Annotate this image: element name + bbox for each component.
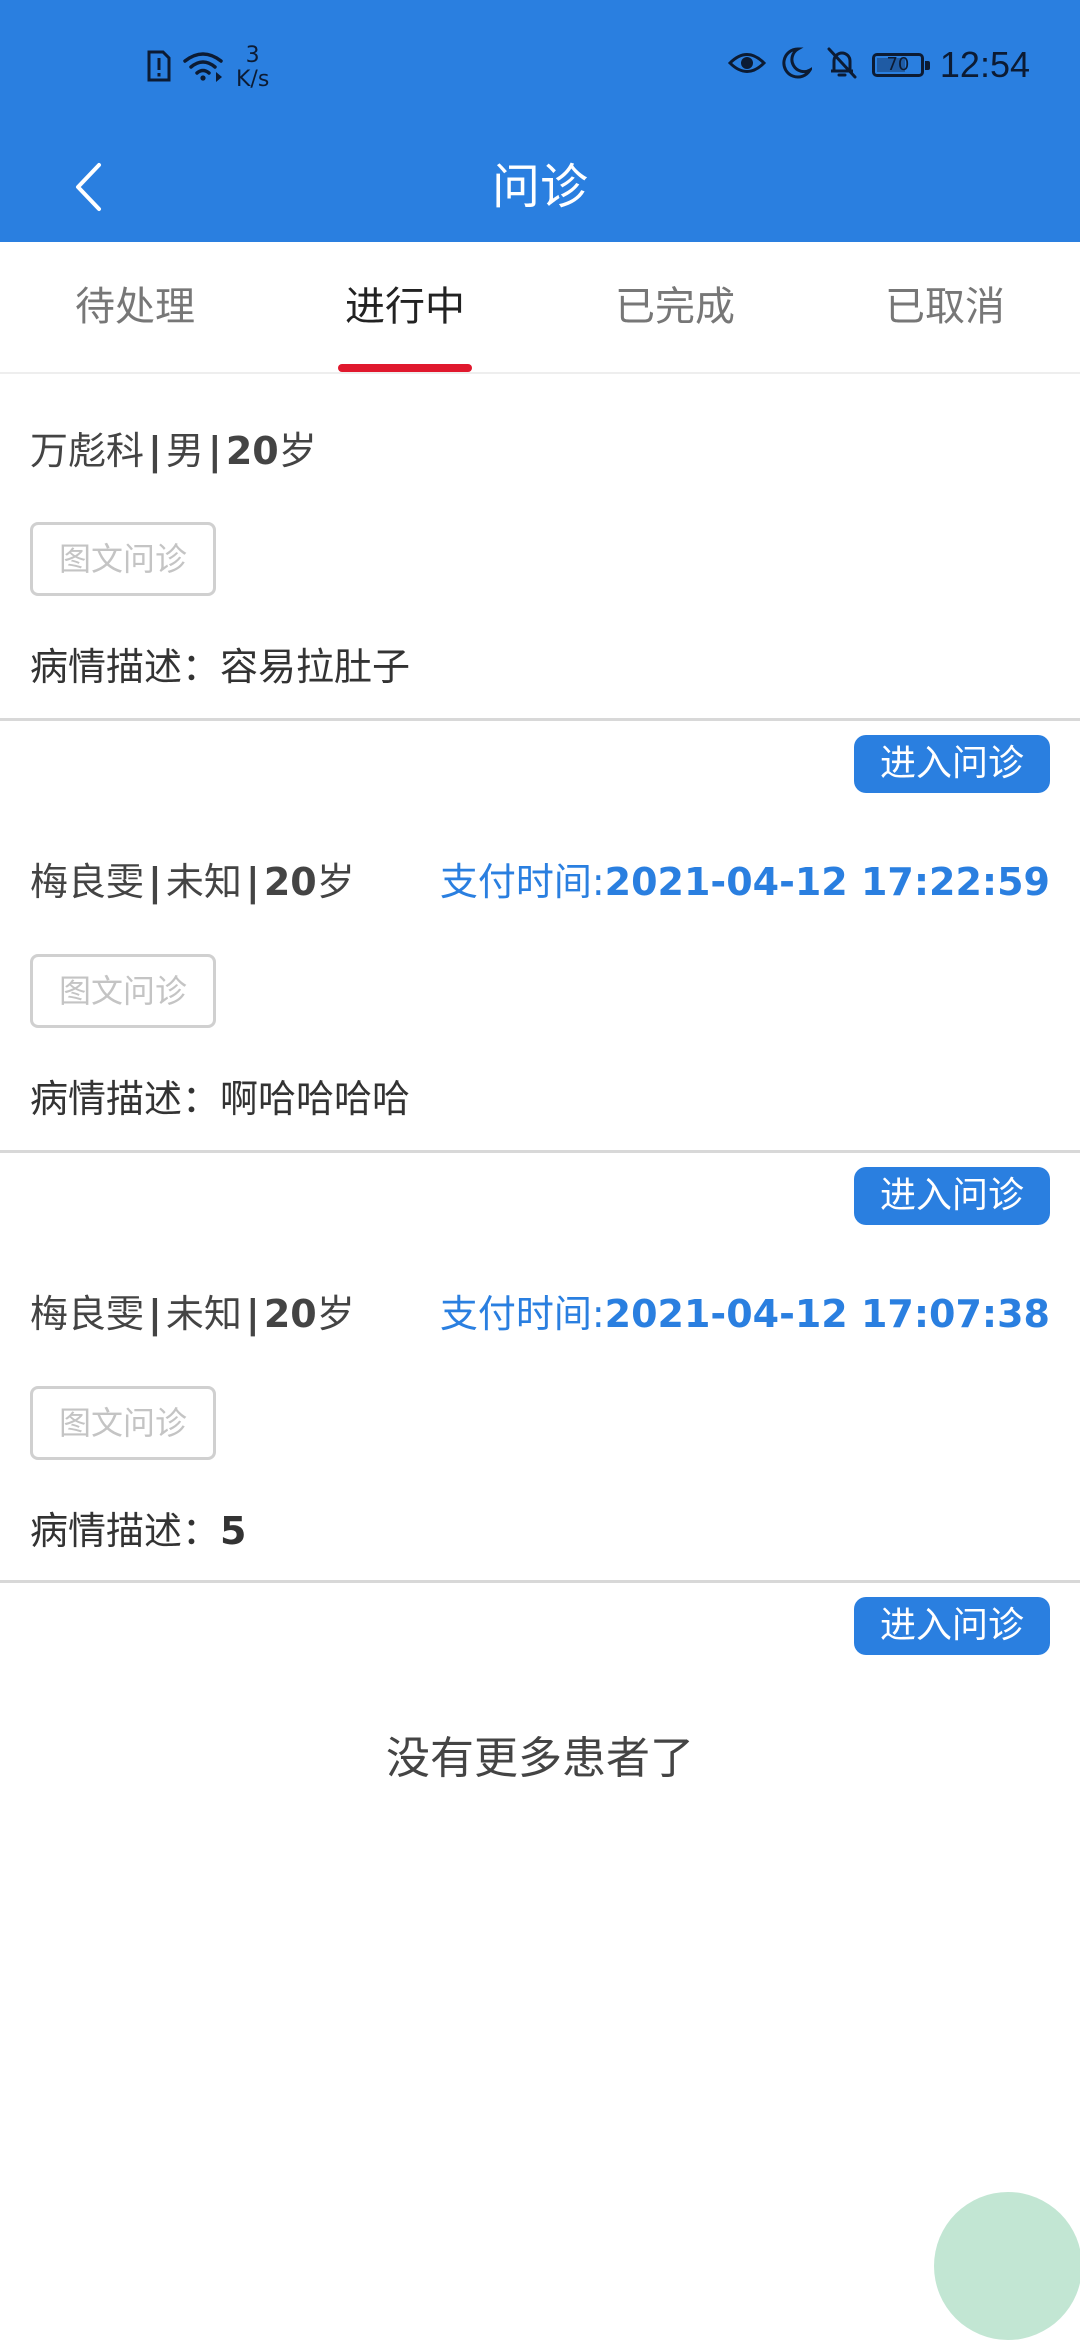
patient-gender: 男 xyxy=(165,429,204,473)
status-left: 3 K/s xyxy=(146,44,269,92)
payment-time-label: 支付时间: xyxy=(439,1292,605,1336)
tab-pending[interactable]: 待处理 xyxy=(0,242,270,372)
eye-icon xyxy=(727,50,767,80)
enter-consultation-button[interactable]: 进入问诊 xyxy=(854,1167,1050,1225)
status-tabs: 待处理 进行中 已完成 已取消 xyxy=(0,242,1080,374)
condition-description: 病情描述：5 xyxy=(30,1500,246,1555)
tab-in-progress[interactable]: 进行中 xyxy=(270,242,540,372)
payment-time-value: 2021-04-12 17:07:38 xyxy=(604,1292,1050,1336)
enter-consultation-button[interactable]: 进入问诊 xyxy=(854,1597,1050,1655)
battery-icon: 70 xyxy=(871,53,930,77)
consultation-type-tag: 图文问诊 xyxy=(30,1386,216,1460)
consultation-card[interactable]: 进入问诊 梅良雯 | 未知 | 20岁 支付时间:2021-04-12 17:07:38… xyxy=(0,1153,1080,1583)
last-card-actions: 进入问诊 xyxy=(0,1583,1080,1683)
consultation-list: 万彪科 | 男 | 20岁 图文问诊 病情描述：容易拉肚子 进入问诊 梅良雯 | 未知 | 20… xyxy=(0,374,1080,1683)
description-value: 5 xyxy=(220,1509,247,1553)
description-value: 容易拉肚子 xyxy=(220,645,411,689)
payment-time-label: 支付时间: xyxy=(439,860,605,904)
status-right: 70 12:54 xyxy=(727,44,1030,86)
description-label: 病情描述： xyxy=(30,645,221,689)
tab-cancelled[interactable]: 已取消 xyxy=(810,242,1080,372)
consultation-type-tag: 图文问诊 xyxy=(30,522,216,596)
condition-description: 病情描述：容易拉肚子 xyxy=(30,636,410,691)
clock: 12:54 xyxy=(939,44,1030,85)
age-unit: 岁 xyxy=(316,860,355,904)
status-bar: 3 K/s 70 12:54 xyxy=(0,0,1080,132)
separator: | xyxy=(245,1292,260,1336)
condition-description: 病情描述：啊哈哈哈哈 xyxy=(30,1068,410,1123)
payment-time-value: 2021-04-12 17:22:59 xyxy=(604,860,1050,904)
sim-alert-icon xyxy=(146,49,172,87)
net-speed-value: 3 xyxy=(245,43,260,68)
separator: | xyxy=(207,429,222,473)
consultation-card[interactable]: 进入问诊 梅良雯 | 未知 | 20岁 支付时间:2021-04-12 17:22:59… xyxy=(0,721,1080,1153)
patient-info: 梅良雯 | 未知 | 20岁 xyxy=(30,851,355,906)
patient-age: 20 xyxy=(263,1292,317,1336)
wifi-icon xyxy=(182,50,224,86)
battery-level: 70 xyxy=(886,54,910,75)
bell-off-icon xyxy=(826,46,858,84)
consultation-card[interactable]: 万彪科 | 男 | 20岁 图文问诊 病情描述：容易拉肚子 xyxy=(0,374,1080,721)
net-speed: 3 K/s xyxy=(236,44,269,92)
no-more-patients-text: 没有更多患者了 xyxy=(386,1733,694,1784)
patient-age: 20 xyxy=(263,860,317,904)
consultation-type-tag: 图文问诊 xyxy=(30,954,216,1028)
patient-info: 万彪科 | 男 | 20岁 xyxy=(30,420,317,475)
moon-icon xyxy=(780,46,814,84)
enter-consultation-button[interactable]: 进入问诊 xyxy=(854,735,1050,793)
separator: | xyxy=(148,860,162,904)
description-value: 啊哈哈哈哈 xyxy=(220,1077,411,1121)
payment-time: 支付时间:2021-04-12 17:07:38 xyxy=(440,1283,1050,1338)
tab-completed[interactable]: 已完成 xyxy=(540,242,810,372)
patient-age: 20 xyxy=(225,429,279,473)
separator: | xyxy=(148,1292,162,1336)
app-header: 问诊 xyxy=(0,132,1080,242)
patient-info: 梅良雯 | 未知 | 20岁 xyxy=(30,1283,355,1338)
description-label: 病情描述： xyxy=(30,1077,221,1121)
patient-gender: 未知 xyxy=(165,1292,242,1336)
floating-action-button[interactable] xyxy=(934,2192,1080,2340)
age-unit: 岁 xyxy=(278,429,317,473)
page-title: 问诊 xyxy=(491,159,588,215)
patient-gender: 未知 xyxy=(165,860,242,904)
patient-name: 梅良雯 xyxy=(30,1292,145,1336)
separator: | xyxy=(245,860,260,904)
age-unit: 岁 xyxy=(316,1292,355,1336)
patient-name: 万彪科 xyxy=(30,429,145,473)
separator: | xyxy=(148,429,162,473)
patient-name: 梅良雯 xyxy=(30,860,145,904)
net-speed-unit: K/s xyxy=(236,67,270,92)
payment-time: 支付时间:2021-04-12 17:22:59 xyxy=(440,851,1050,906)
description-label: 病情描述： xyxy=(30,1509,221,1553)
